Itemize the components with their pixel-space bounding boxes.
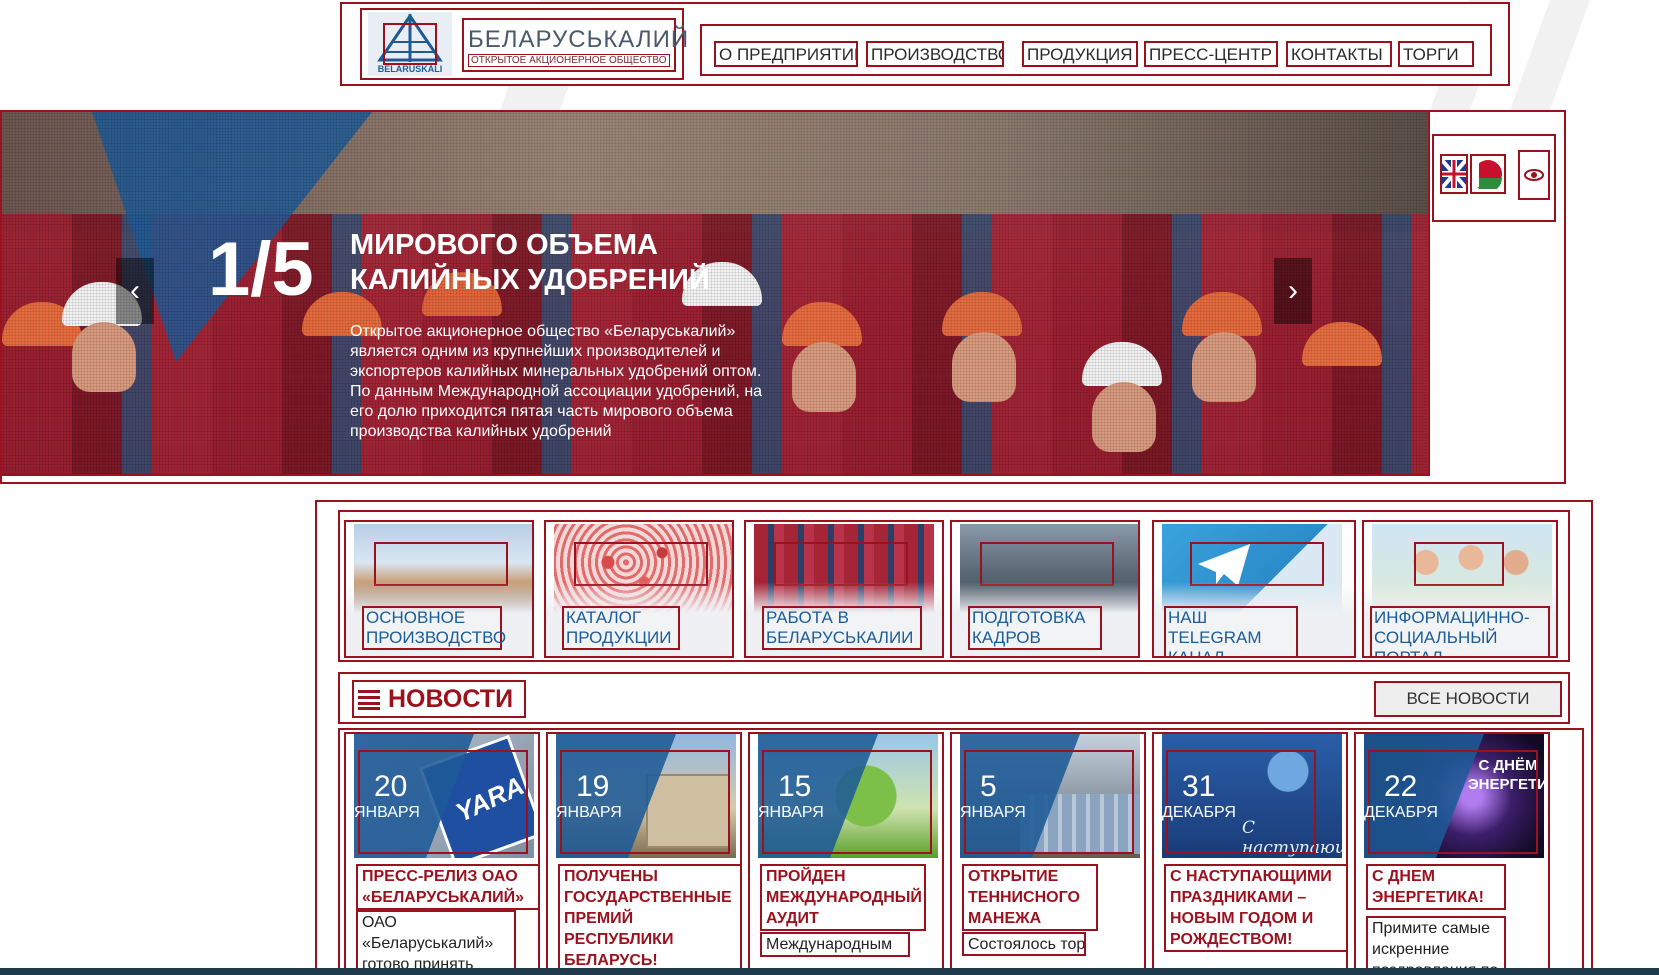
tile-staff-training[interactable]: ПОДГОТОВКА КАДРОВ (950, 520, 1140, 658)
logo-title: БЕЛАРУСЬКАЛИЙ (468, 26, 690, 53)
uk-flag-icon (1442, 160, 1466, 188)
tile-info-social-portal[interactable]: ИНФОРМАЦИННО-СОЦИАЛЬНЫЙ ПОРТАЛ (1362, 520, 1558, 658)
news-month: ДЕКАБРЯ (1162, 804, 1236, 821)
tile-label: ИНФОРМАЦИННО-СОЦИАЛЬНЫЙ ПОРТАЛ (1370, 606, 1550, 656)
tile-label: РАБОТА В БЕЛАРУСЬКАЛИИ (762, 606, 922, 650)
logo[interactable]: BELARUSKALI БЕЛАРУСЬКАЛИЙ ОТКРЫТОЕ АКЦИО… (360, 8, 688, 80)
news-day: 20 (374, 770, 408, 803)
tile-label: КАТАЛОГ ПРОДУКЦИИ (562, 606, 680, 650)
news-headline[interactable]: С НАСТУПАЮЩИМИ ПРАЗДНИКАМИ – НОВЫМ ГОДОМ… (1164, 864, 1346, 952)
list-icon (358, 690, 380, 710)
background-stripe (1509, 0, 1591, 110)
slider-prev-button[interactable]: ‹ (116, 258, 154, 324)
logo-text-block: БЕЛАРУСЬКАЛИЙ ОТКРЫТОЕ АКЦИОНЕРНОЕ ОБЩЕС… (462, 18, 688, 72)
lang-by-button[interactable] (1470, 154, 1506, 194)
news-headline[interactable]: С ДНЕМ ЭНЕРГЕТИКА! (1366, 864, 1506, 910)
slider-next-button[interactable]: › (1274, 258, 1312, 324)
slide-description: Открытое акционерное общество «Беларуськ… (350, 323, 763, 440)
news-day: 22 (1384, 770, 1418, 803)
news-lead: ОАО «Беларуськалий» готово принять (356, 910, 516, 973)
main-nav: О ПРЕДПРИЯТИИ ПРОИЗВОДСТВО ПРОДУКЦИЯ ПРЕ… (700, 24, 1492, 76)
lang-en-button[interactable] (1440, 154, 1468, 194)
news-header: НОВОСТИ ВСЕ НОВОСТИ (338, 672, 1570, 724)
news-lead: Состоялось торжественное (962, 932, 1086, 956)
news-month: ЯНВАРЯ (960, 804, 1026, 821)
news-card[interactable]: С ДНЁМ ЭНЕРГЕТИКА 22 ДЕКАБРЯ С ДНЕМ ЭНЕР… (1354, 732, 1550, 975)
tile-careers[interactable]: РАБОТА В БЕЛАРУСЬКАЛИИ (744, 520, 944, 658)
news-month: ДЕКАБРЯ (1364, 804, 1438, 821)
news-month: ЯНВАРЯ (354, 804, 420, 821)
news-day: 31 (1182, 770, 1216, 803)
nav-item-press-center[interactable]: ПРЕСС-ЦЕНТР (1144, 41, 1278, 67)
news-title-text: НОВОСТИ (388, 684, 514, 713)
news-headline[interactable]: ПОЛУЧЕНЫ ГОСУДАРСТВЕННЫЕ ПРЕМИЙ РЕСПУБЛИ… (558, 864, 740, 973)
news-month: ЯНВАРЯ (758, 804, 824, 821)
nav-item-tenders[interactable]: ТОРГИ (1398, 41, 1474, 67)
logo-subtitle: ОТКРЫТОЕ АКЦИОНЕРНОЕ ОБЩЕСТВО (468, 54, 670, 67)
chevron-right-icon: › (1288, 274, 1298, 307)
all-news-button[interactable]: ВСЕ НОВОСТИ (1374, 681, 1562, 717)
nav-item-about[interactable]: О ПРЕДПРИЯТИИ (714, 41, 858, 67)
site-header: BELARUSKALI БЕЛАРУСЬКАЛИЙ ОТКРЫТОЕ АКЦИО… (340, 2, 1510, 86)
news-card[interactable]: 15 ЯНВАРЯ ПРОЙДЕН МЕЖДУНАРОДНЫЙ АУДИТ Ме… (748, 732, 944, 975)
slide-title: МИРОВОГО ОБЪЕМА КАЛИЙНЫХ УДОБРЕНИЙ (350, 229, 710, 296)
news-day: 19 (576, 770, 610, 803)
news-headline[interactable]: ОТКРЫТИЕ ТЕННИСНОГО МАНЕЖА (962, 864, 1098, 931)
nav-item-products[interactable]: ПРОДУКЦИЯ (1022, 41, 1138, 67)
tile-telegram-channel[interactable]: НАШ Telegram КАНАЛ (1152, 520, 1356, 658)
hero-slider: 1/5 МИРОВОГО ОБЪЕМА КАЛИЙНЫХ УДОБРЕНИЙ О… (0, 110, 1430, 476)
news-day: 15 (778, 770, 812, 803)
nav-item-production[interactable]: ПРОИЗВОДСТВО (866, 41, 1004, 67)
news-card[interactable]: 19 ЯНВАРЯ ПОЛУЧЕНЫ ГОСУДАРСТВЕННЫЕ ПРЕМИ… (546, 732, 742, 975)
news-lead: Примите самые искренние поздравления по (1366, 916, 1506, 973)
footer-bar (0, 968, 1659, 975)
news-headline[interactable]: ПРЕСС-РЕЛИЗ ОАО «БЕЛАРУСЬКАЛИЙ» (356, 864, 538, 910)
language-switcher (1432, 134, 1556, 222)
tile-label: ОСНОВНОЕ ПРОИЗВОДСТВО (362, 606, 506, 650)
tile-label: НАШ Telegram КАНАЛ (1164, 606, 1298, 656)
logo-mark-text: BELARUSKALI (378, 64, 443, 74)
eye-icon (1524, 169, 1544, 181)
news-card[interactable]: 5 ЯНВАРЯ ОТКРЫТИЕ ТЕННИСНОГО МАНЕЖА Сост… (950, 732, 1146, 975)
news-card[interactable]: YARA 20 ЯНВАРЯ ПРЕСС-РЕЛИЗ ОАО «БЕЛАРУСЬ… (344, 732, 540, 975)
tile-product-catalog[interactable]: КАТАЛОГ ПРОДУКЦИИ (544, 520, 734, 658)
slide-counter: 1/5 (208, 227, 314, 312)
logo-mark-icon: BELARUSKALI (368, 12, 452, 76)
tile-label: ПОДГОТОВКА КАДРОВ (968, 606, 1102, 650)
news-headline[interactable]: ПРОЙДЕН МЕЖДУНАРОДНЫЙ АУДИТ (760, 864, 926, 931)
news-card[interactable]: С наступающим! 31 ДЕКАБРЯ С НАСТУПАЮЩИМИ… (1152, 732, 1348, 975)
tile-main-production[interactable]: ОСНОВНОЕ ПРОИЗВОДСТВО (344, 520, 534, 658)
belarus-flag-icon (1474, 160, 1502, 189)
nav-item-contacts[interactable]: КОНТАКТЫ (1286, 41, 1392, 67)
news-day: 5 (980, 770, 997, 803)
news-month: ЯНВАРЯ (556, 804, 622, 821)
news-lead: Международным (760, 932, 910, 957)
news-title[interactable]: НОВОСТИ (352, 680, 526, 718)
accessibility-button[interactable] (1518, 150, 1550, 200)
chevron-left-icon: ‹ (130, 274, 140, 307)
